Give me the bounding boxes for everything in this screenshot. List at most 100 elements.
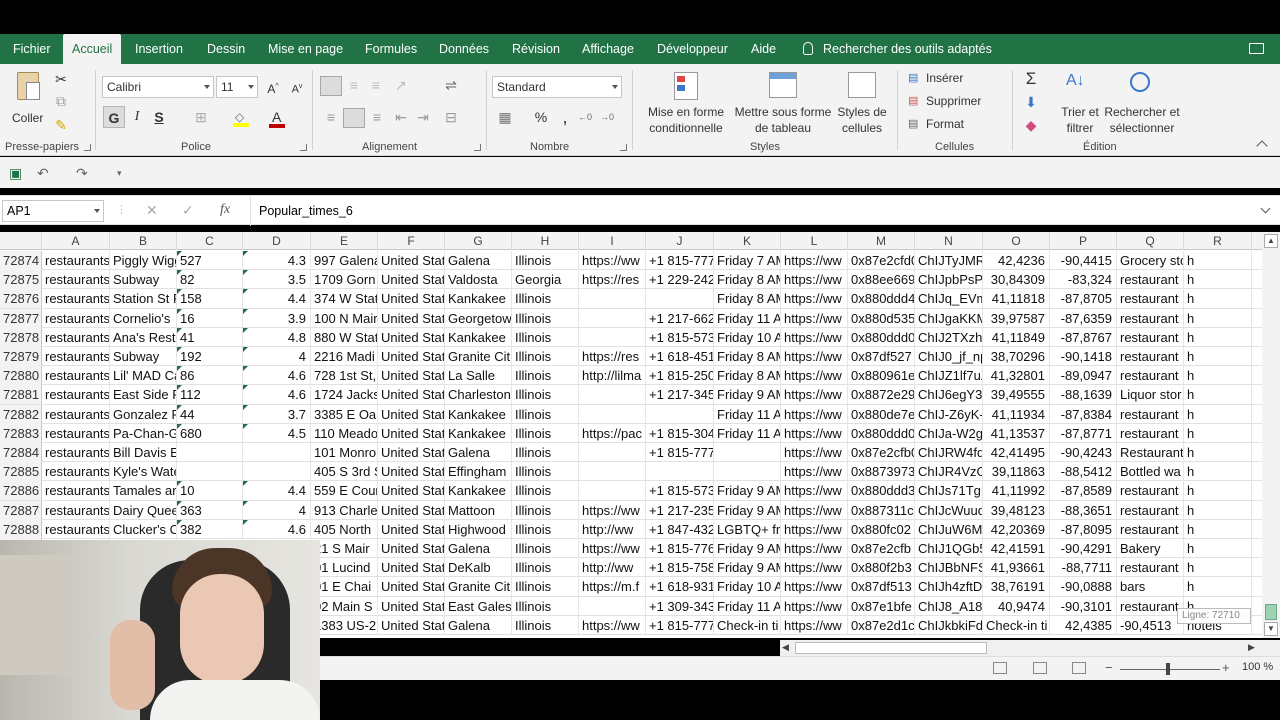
cell-f[interactable]: United Stat [378,327,445,347]
scroll-left-icon[interactable]: ◀ [782,642,789,653]
cell-h[interactable]: Illinois [512,347,579,366]
cell-a[interactable]: restaurants [42,308,110,328]
cell-d[interactable]: 4.8 [243,327,311,347]
cell-i[interactable]: http://ww [579,558,646,578]
cell-a[interactable]: restaurants [42,385,110,405]
cell-o[interactable]: 39,97587 [983,308,1050,328]
column-header-h[interactable]: H [512,232,579,250]
cell-k[interactable]: Friday 7 AM [714,251,781,270]
cell-n[interactable]: ChIJRW4fqr3P4ocR2Pl [915,443,983,462]
cell-k[interactable] [714,443,781,462]
column-header-n[interactable]: N [915,232,983,250]
comment-icon[interactable] [1249,43,1264,54]
cell-d[interactable]: 3.9 [243,308,311,328]
cell-a[interactable]: restaurants [42,404,110,424]
cell-g[interactable]: La Salle [445,366,512,386]
cell-r[interactable]: h [1184,481,1252,501]
zoom-level[interactable]: 100 % [1242,661,1273,673]
cell-c[interactable]: 41 [177,327,243,347]
cell-g[interactable]: Mattoon [445,500,512,520]
cell-p[interactable]: -90,3101 [1050,596,1117,616]
cell-m[interactable]: 0x880d535 [848,308,915,328]
format-painter-icon[interactable]: ✎ [50,114,72,136]
paste-button[interactable]: Coller [10,70,48,128]
cell-l[interactable]: https://ww [781,443,848,462]
cell-k[interactable]: LGBTQ+ fri [714,519,781,539]
conditional-formatting-button[interactable]: Mise en forme conditionnelle [640,70,732,140]
cell-b[interactable]: Pa-Chan-G [110,423,177,443]
cell-n[interactable]: ChIJ2TXzhQzdDYgRH7 [915,327,983,347]
cell-l[interactable]: https://ww [781,539,848,558]
cell-d[interactable] [243,443,311,462]
cell-p[interactable]: -88,1639 [1050,385,1117,405]
formula-input[interactable]: Popular_times_6 [250,196,1260,226]
cell-c[interactable]: 363 [177,500,243,520]
tab-developpeur[interactable]: Développeur [657,34,728,64]
cell-b[interactable]: Subway [110,347,177,366]
cell-d[interactable]: 3.5 [243,270,311,290]
cell-i[interactable]: https://pac [579,423,646,443]
decrease-font-icon[interactable]: Av [286,76,308,98]
cell-r[interactable]: h [1184,558,1252,578]
cell-j[interactable]: +1 309-343 [646,596,714,616]
cell-h[interactable]: Illinois [512,327,579,347]
scroll-down-icon[interactable]: ▼ [1264,622,1278,636]
cell-k[interactable]: Friday 11 A [714,404,781,424]
cell-p[interactable]: -87,8767 [1050,327,1117,347]
cell-k[interactable]: Check-in ti [714,615,781,635]
cell-p[interactable]: -88,3651 [1050,500,1117,520]
cell-n[interactable]: ChIJ0_jf_npS34cRWQ [915,347,983,366]
cell-b[interactable]: Ana's Resta [110,327,177,347]
cell-n[interactable]: ChIJ-Z6yK-vnDYgROSt [915,404,983,424]
cell-c[interactable]: 527 [177,251,243,270]
cell-i[interactable] [579,443,646,462]
cell-o[interactable]: 41,32801 [983,366,1050,386]
column-header-p[interactable]: P [1050,232,1117,250]
cell-e[interactable]: 405 North [311,519,378,539]
cell-e[interactable]: 3385 E Oal [311,404,378,424]
cell-h[interactable]: Illinois [512,385,579,405]
clear-icon[interactable]: ◆ [1020,114,1042,136]
cell-n[interactable]: ChIJBbNFSDIrD4gRvvx [915,558,983,578]
tab-insertion[interactable]: Insertion [135,34,183,64]
cell-d[interactable]: 4.6 [243,519,311,539]
cell-e[interactable]: 728 1st St, [311,366,378,386]
cell-d[interactable]: 4.4 [243,481,311,501]
row-header[interactable]: 72882 [0,404,42,424]
cell-r[interactable]: h [1184,327,1252,347]
cell-i[interactable]: https://ww [579,539,646,558]
tab-fichier[interactable]: Fichier [13,34,51,64]
column-header-j[interactable]: J [646,232,714,250]
cell-b[interactable]: Station St F [110,289,177,309]
cell-q[interactable]: restaurant [1117,404,1184,424]
cell-q[interactable]: Grocery sto [1117,251,1184,270]
cell-o[interactable]: 38,76191 [983,577,1050,597]
decrease-decimal-icon[interactable]: →0 [596,106,618,128]
number-launcher-icon[interactable] [620,144,627,151]
cell-i[interactable] [579,596,646,616]
cell-n[interactable]: ChIJcWuudNMRc4gRL [915,500,983,520]
cell-r[interactable]: h [1184,423,1252,443]
cell-r[interactable]: h [1184,289,1252,309]
font-color-button[interactable]: A [268,109,288,129]
cell-q[interactable]: restaurant [1117,308,1184,328]
cell-k[interactable]: Friday 8 AM [714,347,781,366]
cell-f[interactable]: United Stat [378,615,445,635]
cell-r[interactable]: h [1184,500,1252,520]
cell-e[interactable]: 1724 Jacks [311,385,378,405]
row-header[interactable]: 72877 [0,308,42,328]
cell-b[interactable]: East Side P [110,385,177,405]
cell-e[interactable]: 405 S 3rd S [311,462,378,482]
cell-c[interactable] [177,443,243,462]
cell-g[interactable]: Georgetow [445,308,512,328]
column-header-o[interactable]: O [983,232,1050,250]
cell-j[interactable]: +1 217-345 [646,385,714,405]
cell-a[interactable]: restaurants [42,347,110,366]
row-header[interactable]: 72879 [0,347,42,366]
cell-g[interactable]: Galena [445,615,512,635]
cell-l[interactable]: https://ww [781,596,848,616]
tab-mise-en-page[interactable]: Mise en page [268,34,343,64]
cell-p[interactable]: 42,4385 [1050,615,1117,635]
cell-l[interactable]: https://ww [781,519,848,539]
percent-style-icon[interactable]: % [530,106,552,128]
